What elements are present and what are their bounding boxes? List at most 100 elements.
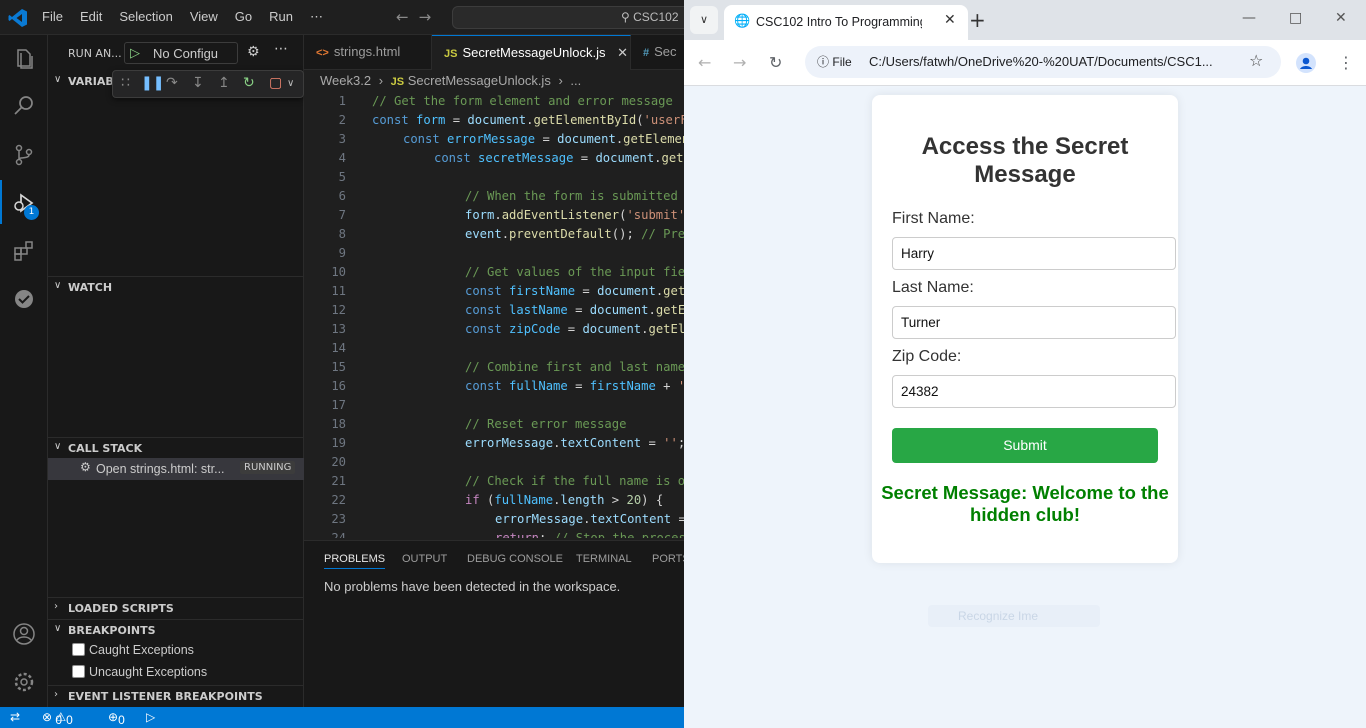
back-arrow-icon[interactable]: ← [698, 53, 711, 72]
browser-tab[interactable]: 🌐 CSC102 Intro To Programming | ✕ [724, 5, 968, 40]
stop-icon[interactable]: ▢ [269, 75, 282, 91]
command-center[interactable]: ⚲ CSC102 [452, 6, 692, 29]
forward-arrow-icon[interactable]: → [733, 53, 746, 72]
menu-more[interactable]: ⋯ [310, 9, 323, 25]
bookmark-star-icon[interactable]: ☆ [1249, 51, 1263, 70]
maximize-icon[interactable]: □ [1289, 10, 1302, 26]
debug-session-icon: ⚙ [80, 460, 91, 474]
code-line: event.preventDefault(); // Prevent [465, 227, 684, 241]
search-icon[interactable] [12, 94, 36, 118]
info-icon: ⓘ [817, 55, 830, 69]
close-window-icon[interactable]: ✕ [1335, 10, 1347, 26]
tab-search-chevron-icon[interactable]: ∨ [690, 6, 718, 34]
step-out-icon[interactable]: ↥ [218, 75, 230, 91]
chevron-down-icon[interactable]: ∨ [287, 78, 294, 89]
source-control-icon[interactable] [12, 143, 36, 167]
new-tab-icon[interactable]: + [969, 8, 986, 32]
explorer-icon[interactable] [12, 47, 36, 71]
step-over-icon[interactable]: ↷ [166, 75, 178, 91]
minimize-icon[interactable]: — [1242, 10, 1256, 26]
tab-terminal[interactable]: TERMINAL [576, 553, 632, 565]
code-line: // Reset error message [465, 417, 627, 431]
tab-strings-html[interactable]: <> strings.html [304, 35, 432, 70]
kebab-menu-icon[interactable]: ⋮ [1338, 53, 1354, 72]
editor-area: <> strings.html JS SecretMessageUnlock.js … [304, 35, 690, 707]
start-debugging-icon[interactable]: ▷ [130, 46, 140, 61]
run-debug-sidebar: RUN AN... ▷ No Configu ⚙ ⋯ ∨ VARIABLES ∷… [48, 35, 304, 707]
section-call-stack[interactable]: ∨ CALL STACK [48, 437, 304, 459]
restart-icon[interactable]: ↻ [243, 75, 255, 91]
tab-debug-console[interactable]: DEBUG CONSOLE [467, 553, 563, 565]
more-actions-icon[interactable]: ⋯ [274, 41, 288, 57]
close-icon[interactable]: ✕ [617, 45, 628, 60]
menu-selection[interactable]: Selection [119, 9, 172, 25]
breadcrumb-file[interactable]: SecretMessageUnlock.js [408, 73, 551, 88]
pause-icon[interactable]: ❚❚ [141, 75, 164, 91]
section-breakpoints-label: BREAKPOINTS [68, 624, 156, 637]
first-name-input[interactable]: Harry [892, 237, 1176, 270]
line-number: 18 [331, 417, 346, 431]
section-event-listener-label: EVENT LISTENER BREAKPOINTS [68, 690, 263, 703]
line-number: 24 [331, 531, 346, 538]
address-bar[interactable]: ⓘ File C:/Users/fatwh/OneDrive%20-%20UAT… [805, 46, 1281, 78]
extensions-icon[interactable] [12, 239, 36, 263]
debug-badge: 1 [24, 205, 39, 220]
reload-icon[interactable]: ↻ [769, 53, 782, 72]
uncaught-exceptions-row[interactable]: Uncaught Exceptions [72, 665, 207, 685]
breadcrumb: Week3.2 › JS SecretMessageUnlock.js › ..… [320, 73, 581, 88]
zip-code-input[interactable]: 24382 [892, 375, 1176, 408]
section-watch[interactable]: ∨ WATCH [48, 276, 304, 298]
search-icon: ⚲ [621, 10, 630, 24]
menu-run[interactable]: Run [269, 9, 293, 25]
section-breakpoints[interactable]: ∨ BREAKPOINTS [48, 619, 304, 641]
breadcrumb-symbol[interactable]: ... [570, 73, 581, 88]
faded-overlay-text: Recognize Ime [928, 605, 1100, 627]
profile-avatar-icon[interactable] [1296, 53, 1316, 73]
call-stack-item[interactable]: ⚙ Open strings.html: str... RUNNING [48, 458, 304, 480]
breadcrumb-folder[interactable]: Week3.2 [320, 73, 371, 88]
tab-output[interactable]: OUTPUT [402, 553, 447, 565]
caught-exceptions-checkbox[interactable] [72, 643, 85, 656]
uncaught-exceptions-checkbox[interactable] [72, 665, 85, 678]
line-number: 14 [331, 341, 346, 355]
code-line: const lastName = document.getElementById [465, 303, 684, 317]
code-editor[interactable]: 1 // Get the form element and error messa… [304, 92, 684, 538]
caught-exceptions-row[interactable]: Caught Exceptions [72, 643, 194, 663]
submit-button[interactable]: Submit [892, 428, 1158, 463]
site-info-chip[interactable]: ⓘ File [811, 51, 858, 73]
file-chip-label: File [832, 55, 852, 69]
chevron-down-icon: ∨ [54, 441, 62, 452]
open-launch-gear-icon[interactable]: ⚙ [247, 44, 260, 60]
last-name-input[interactable]: Turner [892, 306, 1176, 339]
drag-handle-icon[interactable]: ∷ [121, 75, 130, 91]
secret-message: Secret Message: Welcome to the hidden cl… [881, 482, 1169, 525]
menu-file[interactable]: File [42, 9, 63, 25]
close-tab-icon[interactable]: ✕ [944, 12, 956, 28]
tab-css[interactable]: # Sec [631, 35, 691, 70]
section-loaded-scripts[interactable]: › LOADED SCRIPTS [48, 597, 304, 619]
account-icon[interactable] [12, 622, 36, 646]
errors-warnings-status[interactable]: ⊗ 0 ⚠ 0 [42, 710, 73, 727]
zip-code-label: Zip Code: [892, 348, 962, 365]
menu-edit[interactable]: Edit [80, 9, 102, 25]
testing-check-icon[interactable] [12, 287, 36, 311]
config-select-label: No Configu [153, 46, 219, 61]
javascript-icon: JS [390, 76, 405, 88]
forward-arrow-icon[interactable]: → [419, 8, 432, 26]
debug-config-select[interactable]: ▷ No Configu [124, 42, 238, 64]
error-count: 0 [55, 713, 63, 727]
tab-problems[interactable]: PROBLEMS [324, 553, 386, 569]
back-arrow-icon[interactable]: ← [396, 8, 409, 26]
chevron-right-icon: › [54, 601, 58, 612]
ports-status[interactable]: ⊕ 0 [108, 710, 125, 727]
line-number: 22 [331, 493, 346, 507]
step-into-icon[interactable]: ↧ [192, 75, 204, 91]
section-event-listener-breakpoints[interactable]: › EVENT LISTENER BREAKPOINTS [48, 685, 304, 707]
debug-status-icon[interactable]: ▷ [146, 710, 155, 724]
menu-go[interactable]: Go [235, 9, 252, 25]
manage-gear-icon[interactable] [12, 670, 36, 694]
remote-icon[interactable]: ⇄ [10, 710, 20, 724]
tab-secret-message-unlock-js[interactable]: JS SecretMessageUnlock.js ✕ [432, 35, 631, 70]
menu-view[interactable]: View [190, 9, 218, 25]
debug-toolbar: ∷ ❚❚ ↷ ↧ ↥ ↻ ▢ ∨ [112, 70, 304, 98]
